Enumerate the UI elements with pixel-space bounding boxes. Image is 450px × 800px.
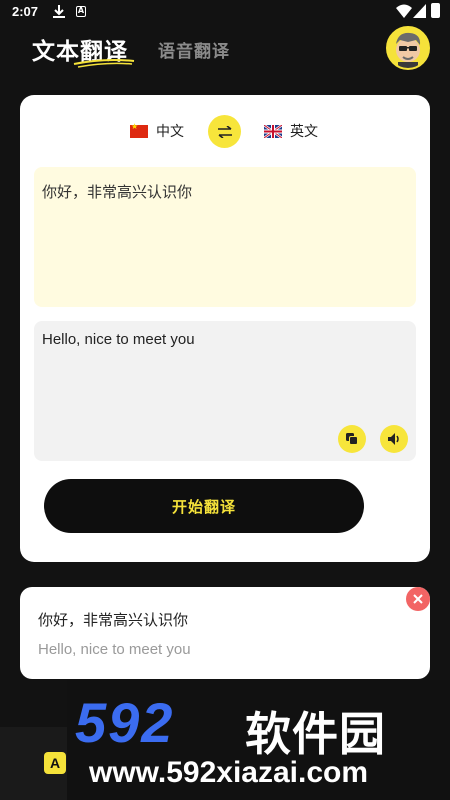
close-icon [413, 594, 423, 604]
speak-button[interactable] [380, 425, 408, 453]
watermark-logo: 592 [75, 691, 175, 754]
download-icon [53, 5, 65, 22]
status-bar: 2:07 A [0, 0, 450, 24]
source-language[interactable]: 中文 [130, 121, 184, 141]
signal-icon [413, 4, 426, 22]
watermark-name: 软件园 [245, 707, 386, 761]
copy-icon [346, 433, 358, 445]
translate-card: 中文 英文 你好，非常高兴认识你 Hello, nice to meet you [20, 95, 430, 562]
header: 文本翻译 语音翻译 [0, 24, 450, 72]
source-text[interactable]: 你好，非常高兴认识你 [42, 181, 192, 202]
delete-history-button[interactable] [406, 587, 430, 611]
battery-icon [431, 3, 440, 18]
translation-text: Hello, nice to meet you [42, 331, 195, 348]
language-row: 中文 英文 [20, 113, 430, 149]
translation-output: Hello, nice to meet you [34, 321, 416, 461]
status-time: 2:07 [12, 4, 39, 19]
target-language-label: 英文 [290, 124, 318, 140]
wifi-icon [396, 4, 412, 22]
swap-languages-button[interactable] [208, 115, 241, 148]
history-source-text: 你好，非常高兴认识你 [38, 611, 189, 629]
notification-a-icon: A [76, 6, 86, 17]
start-translate-button[interactable]: 开始翻译 [44, 479, 364, 533]
nav-translate-icon[interactable]: A [44, 752, 66, 774]
history-item[interactable]: 你好，非常高兴认识你 Hello, nice to meet you [20, 587, 430, 679]
watermark: 592 软件园 www.592xiazai.com [67, 680, 450, 800]
target-language[interactable]: 英文 [264, 121, 318, 141]
avatar[interactable] [386, 26, 430, 70]
watermark-url: www.592xiazai.com [89, 756, 369, 789]
swap-icon [217, 125, 232, 138]
speaker-icon [387, 433, 399, 445]
uk-flag-icon [264, 124, 282, 138]
history-translation-text: Hello, nice to meet you [38, 641, 191, 658]
copy-button[interactable] [338, 425, 366, 453]
tab-voice-translate[interactable]: 语音翻译 [158, 37, 230, 62]
source-text-input[interactable]: 你好，非常高兴认识你 [34, 167, 416, 307]
source-language-label: 中文 [156, 124, 184, 140]
china-flag-icon [130, 122, 148, 138]
tab-underline-icon [73, 59, 135, 68]
